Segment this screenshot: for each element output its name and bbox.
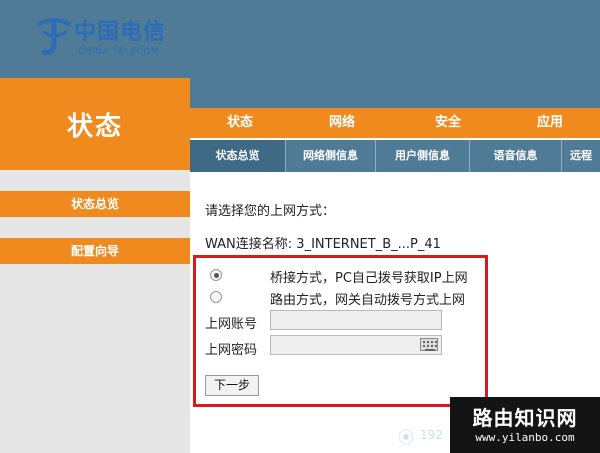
main-top-bar — [190, 78, 600, 108]
subtab-remote[interactable]: 远程 — [562, 140, 600, 172]
logo-english-text: CHINA TELECOM — [78, 47, 159, 57]
watermark-url: www.yilanbo.com — [475, 431, 575, 444]
sidebar-item-status-overview[interactable]: 状态总览 — [0, 191, 190, 217]
wan-connection-name: WAN连接名称: 3_INTERNET_B_...P_41 — [205, 233, 441, 252]
account-label: 上网账号 — [205, 317, 258, 332]
bridge-mode-label: 桥接方式，PC自己拨号获取IP上网 — [270, 271, 468, 286]
subtab-user-info[interactable]: 用户侧信息 — [376, 140, 470, 172]
subtab-voice-info[interactable]: 语音信息 — [470, 140, 562, 172]
account-input[interactable] — [270, 310, 442, 330]
password-label: 上网密码 — [205, 343, 258, 358]
watermark-title: 路由知识网 — [472, 406, 578, 430]
router-mode-radio[interactable] — [210, 291, 222, 303]
radio-selected-dot — [214, 273, 219, 278]
nav-tab-application[interactable]: 应用 — [520, 108, 580, 138]
sidebar-title: 状态 — [66, 112, 123, 142]
telecom-emblem-icon — [37, 18, 71, 55]
keyboard-icon[interactable] — [420, 338, 438, 351]
nav-tab-network[interactable]: 网络 — [312, 108, 372, 138]
logo-chinese-text: 中国电信 — [74, 19, 167, 45]
china-telecom-logo: 中国电信 CHINA TELECOM — [36, 14, 176, 64]
wifi-icon: ⦿ — [398, 428, 415, 447]
subtab-status-overview[interactable]: 状态总览 — [190, 140, 286, 172]
sidebar-item-setup-wizard[interactable]: 配置向导 — [0, 238, 190, 264]
nav-tab-status[interactable]: 状态 — [210, 108, 270, 138]
wan-label: WAN连接名称: — [205, 237, 293, 252]
wan-value: 3_INTERNET_B_...P_41 — [296, 237, 441, 252]
router-mode-label: 路由方式，网关自动拨号方式上网 — [270, 293, 466, 308]
next-step-button[interactable]: 下一步 — [205, 375, 259, 396]
bridge-mode-radio[interactable] — [210, 269, 222, 281]
connection-prompt: 请选择您的上网方式： — [205, 204, 336, 219]
watermark-ip-fragment: 192 — [420, 428, 443, 442]
subtab-network-info[interactable]: 网络侧信息 — [286, 140, 376, 172]
nav-tab-security[interactable]: 安全 — [418, 108, 478, 138]
password-input[interactable] — [270, 335, 442, 355]
